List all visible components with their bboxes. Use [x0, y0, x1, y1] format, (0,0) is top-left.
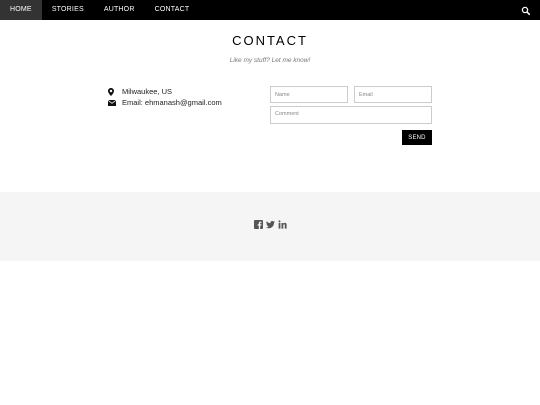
- top-navbar: HOME STORIES AUTHOR CONTACT: [0, 0, 540, 20]
- envelope-icon: [108, 99, 118, 107]
- social-links: [0, 220, 540, 229]
- facebook-icon[interactable]: [253, 220, 263, 229]
- nav-stories-link[interactable]: STORIES: [42, 0, 94, 20]
- map-marker-icon: [108, 87, 118, 96]
- page-title: CONTACT: [232, 33, 308, 48]
- email-info: Email: ehmanash@gmail.com: [108, 98, 222, 107]
- location-info: Milwaukee, US: [108, 87, 172, 96]
- comment-textarea[interactable]: [270, 106, 432, 124]
- email-text: Email: ehmanash@gmail.com: [122, 98, 222, 107]
- name-input[interactable]: [270, 86, 348, 103]
- send-button[interactable]: SEND: [402, 130, 432, 145]
- main-nav: HOME STORIES AUTHOR CONTACT: [0, 0, 199, 20]
- footer: [0, 192, 540, 261]
- page-subtitle: Like my stuff? Let me know!: [229, 57, 311, 64]
- location-text: Milwaukee, US: [122, 87, 173, 96]
- search-icon[interactable]: [520, 4, 532, 16]
- nav-contact-link[interactable]: CONTACT: [145, 0, 200, 20]
- email-input[interactable]: [354, 86, 432, 103]
- nav-home-link[interactable]: HOME: [0, 0, 42, 20]
- twitter-icon[interactable]: [265, 220, 275, 229]
- nav-author-link[interactable]: AUTHOR: [94, 0, 145, 20]
- linkedin-icon[interactable]: [278, 220, 287, 229]
